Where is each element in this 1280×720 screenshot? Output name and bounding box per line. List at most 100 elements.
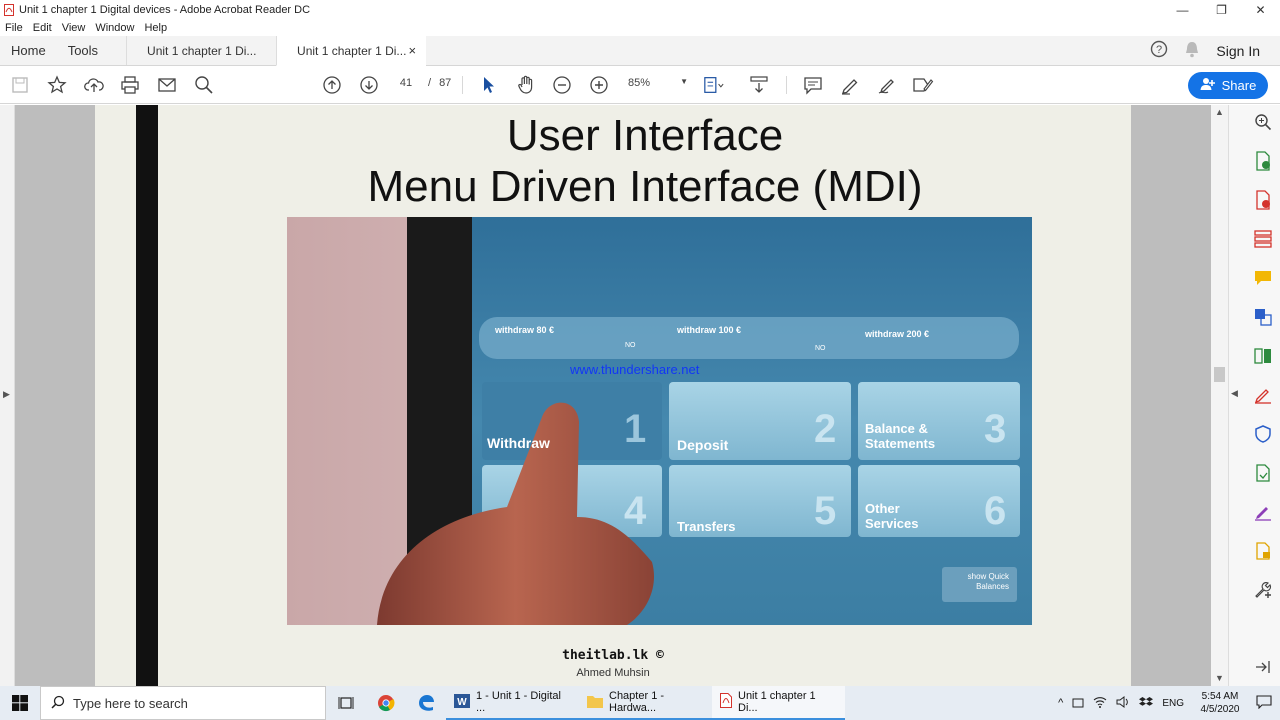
edit-pdf-icon[interactable]: [1253, 502, 1273, 522]
window-title: Unit 1 chapter 1 Digital devices - Adobe…: [19, 3, 311, 16]
volume-icon[interactable]: [1116, 695, 1130, 711]
tile-number: 4: [624, 489, 647, 533]
upload-cloud-icon[interactable]: [83, 75, 105, 95]
right-tools-panel: ◀: [1228, 105, 1280, 686]
left-panel-toggle[interactable]: ▶: [0, 105, 15, 686]
tile-deposit-label: Deposit: [677, 437, 729, 453]
chevron-up-icon[interactable]: ^: [1058, 697, 1063, 709]
menu-bar: File Edit View Window Help: [0, 19, 1280, 36]
tile-other-services-label: Other Services: [865, 501, 919, 531]
language-indicator[interactable]: ENG: [1162, 698, 1184, 709]
sign-tool-icon[interactable]: [912, 75, 934, 95]
minimize-button[interactable]: —: [1163, 0, 1202, 19]
next-page-icon[interactable]: [358, 75, 380, 95]
document-viewport[interactable]: User Interface Menu Driven Interface (MD…: [15, 105, 1211, 686]
edge-icon[interactable]: [406, 686, 446, 720]
page-number-input[interactable]: 41: [392, 77, 420, 89]
taskbar-app-acrobat[interactable]: Unit 1 chapter 1 Di...: [712, 686, 845, 720]
slide-title-line2: Menu Driven Interface (MDI): [367, 162, 923, 211]
draw-tool-icon[interactable]: [876, 75, 898, 95]
menu-file[interactable]: File: [0, 22, 28, 34]
wifi-icon[interactable]: [1093, 696, 1107, 711]
send-for-review-icon[interactable]: [1253, 463, 1273, 483]
notification-bell-icon[interactable]: [1184, 41, 1200, 61]
protect-shield-icon[interactable]: [1253, 424, 1273, 444]
star-icon[interactable]: [46, 75, 68, 95]
zoom-in-icon[interactable]: [588, 75, 610, 95]
save-icon[interactable]: [9, 75, 31, 95]
collapse-panel-arrow-icon[interactable]: ◀: [1231, 388, 1238, 399]
zoom-select[interactable]: 85% ▼: [628, 77, 688, 89]
taskbar-app-word[interactable]: W 1 - Unit 1 - Digital ...: [446, 686, 579, 720]
chrome-icon[interactable]: [366, 686, 406, 720]
page-total: 87: [439, 77, 452, 89]
close-tab-icon[interactable]: ×: [408, 43, 416, 58]
tile-balance-label: Balance & Statements: [865, 421, 936, 451]
show-quick-balances: show Quick Balances: [967, 572, 1009, 591]
notification-center-icon[interactable]: [1256, 694, 1272, 712]
create-pdf-icon[interactable]: [1253, 190, 1273, 210]
menu-window[interactable]: Window: [90, 22, 139, 34]
scroll-down-arrow-icon[interactable]: ▼: [1215, 673, 1224, 683]
comment-icon[interactable]: [802, 75, 824, 95]
help-icon[interactable]: ?: [1150, 40, 1168, 61]
search-icon[interactable]: [193, 75, 215, 95]
quick-tag-no: NO: [625, 342, 636, 349]
toolbar-divider: [462, 76, 463, 94]
tab-home[interactable]: Home: [0, 36, 57, 65]
more-tools-wrench-icon[interactable]: [1253, 580, 1273, 600]
stamp-icon[interactable]: [1253, 541, 1273, 561]
watermark-text: www.thundershare.net: [570, 362, 700, 377]
window-controls: — ❐ ✕: [1163, 0, 1280, 19]
system-tray: ^ ENG 5:54 AM 4/5/2020: [1058, 690, 1280, 716]
document-tab-label: Unit 1 chapter 1 Di...: [297, 43, 407, 58]
tile-number: 5: [814, 489, 837, 533]
print-icon[interactable]: [119, 75, 141, 95]
start-button[interactable]: [0, 686, 40, 720]
zoom-out-icon[interactable]: [551, 75, 573, 95]
word-icon: W: [454, 693, 470, 711]
clock-date: 4/5/2020: [1200, 704, 1240, 715]
search-tool-icon[interactable]: [1253, 112, 1273, 132]
svg-text:?: ?: [1156, 44, 1162, 56]
email-icon[interactable]: [156, 75, 178, 95]
collapse-tools-pane-icon[interactable]: [1253, 657, 1273, 677]
taskbar-app-explorer[interactable]: Chapter 1 - Hardwa...: [579, 686, 712, 720]
close-window-button[interactable]: ✕: [1241, 0, 1280, 19]
organize-pages-icon[interactable]: [1253, 229, 1273, 249]
scroll-up-arrow-icon[interactable]: ▲: [1215, 107, 1224, 117]
document-tab-active[interactable]: Unit 1 chapter 1 Di... ×: [276, 36, 427, 66]
expand-arrow-icon: ▶: [3, 389, 10, 399]
share-label: Share: [1221, 78, 1257, 93]
task-view-icon[interactable]: [326, 686, 366, 720]
document-tab[interactable]: Unit 1 chapter 1 Di...: [126, 36, 276, 65]
clock[interactable]: 5:54 AM 4/5/2020: [1193, 690, 1247, 716]
tile-number: 3: [984, 407, 1007, 451]
dropbox-icon[interactable]: [1139, 696, 1154, 711]
quick-withdraw-100: withdraw 100 €: [677, 325, 742, 335]
scroll-mode-icon[interactable]: [748, 75, 770, 95]
menu-edit[interactable]: Edit: [28, 22, 57, 34]
taskbar-search-box[interactable]: Type here to search: [40, 686, 326, 720]
fit-page-icon[interactable]: [703, 75, 725, 95]
chevron-down-icon: ▼: [680, 77, 688, 86]
compare-files-icon[interactable]: [1253, 346, 1273, 366]
menu-help[interactable]: Help: [139, 22, 172, 34]
highlight-pen-icon[interactable]: [839, 75, 861, 95]
share-button[interactable]: Share: [1188, 72, 1268, 99]
comment-tool-icon[interactable]: [1253, 268, 1273, 288]
acrobat-icon: [720, 693, 732, 711]
export-pdf-icon[interactable]: [1253, 151, 1273, 171]
tab-tools[interactable]: Tools: [57, 36, 126, 65]
combine-files-icon[interactable]: [1253, 307, 1273, 327]
hand-tool-icon[interactable]: [515, 75, 537, 95]
restore-button[interactable]: ❐: [1202, 0, 1241, 19]
previous-page-icon[interactable]: [321, 75, 343, 95]
select-cursor-icon[interactable]: [478, 75, 500, 95]
fill-sign-icon[interactable]: [1253, 385, 1273, 405]
scrollbar-thumb[interactable]: [1214, 367, 1225, 382]
security-icon[interactable]: [1072, 696, 1084, 711]
sign-in-link[interactable]: Sign In: [1216, 43, 1260, 59]
menu-view[interactable]: View: [57, 22, 91, 34]
vertical-scrollbar[interactable]: ▲ ▼: [1211, 105, 1228, 686]
